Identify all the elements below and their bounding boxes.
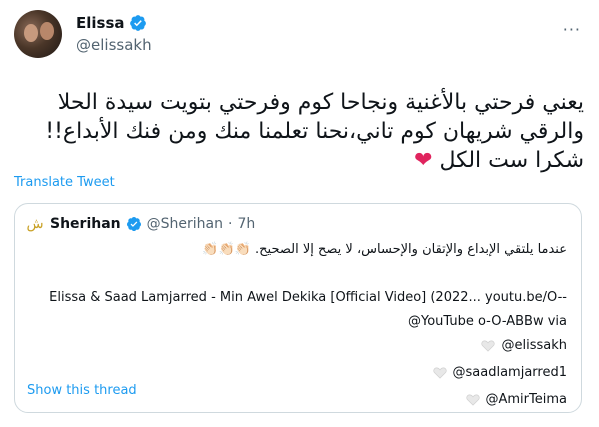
- red-heart-icon: ❤: [414, 148, 433, 173]
- quoted-author-avatar[interactable]: ش: [25, 214, 45, 234]
- avatar-face-2: [40, 22, 54, 40]
- tweet-line-1: يعني فرحتي بالأغنية ونجاحا كوم وفرحتي بت…: [57, 90, 584, 115]
- quoted-tweet-header: ش Sherihan @Sherihan · 7h: [25, 214, 255, 234]
- mention-amirteima[interactable]: @AmirTeima: [465, 388, 568, 412]
- quoted-line-2: Elissa & Saad Lamjarred - Min Awel Dekik…: [49, 290, 567, 305]
- author-handle[interactable]: @elissakh: [76, 36, 152, 54]
- white-heart-icon: [481, 340, 496, 352]
- quoted-author-name[interactable]: Sherihan: [50, 216, 121, 232]
- verified-badge-icon: [129, 15, 146, 31]
- mention-elissakh[interactable]: @elissakh: [481, 334, 567, 358]
- translate-tweet-link[interactable]: Translate Tweet: [14, 175, 115, 190]
- mention-row: @elissakh: [27, 334, 567, 361]
- quoted-verified-badge-icon: [126, 217, 141, 231]
- mention-text: @AmirTeima: [485, 392, 568, 407]
- quoted-spacer: [27, 262, 567, 286]
- tweet-line-2: والرقي شريهان كوم تاني،نحنا تعلمنا منك و…: [45, 119, 584, 144]
- meta-separator: ·: [227, 216, 233, 232]
- mention-text: @elissakh: [501, 338, 567, 353]
- avatar-face-1: [24, 24, 38, 42]
- author-name[interactable]: Elissa: [76, 14, 125, 32]
- author-name-row[interactable]: Elissa: [76, 14, 147, 32]
- more-options-icon[interactable]: ···: [563, 20, 581, 39]
- tweet-text: يعني فرحتي بالأغنية ونجاحا كوم وفرحتي بت…: [14, 88, 584, 175]
- mention-saadlamjarred1[interactable]: @saadlamjarred1: [432, 361, 567, 385]
- quoted-line-3: @YouTube o-O-ABBw via: [407, 314, 567, 329]
- show-thread-link[interactable]: Show this thread: [27, 383, 137, 398]
- tweet-line-3-row: شكرا ست الكل ❤: [14, 146, 584, 175]
- white-heart-icon: [432, 367, 447, 379]
- quoted-time[interactable]: 7h: [237, 216, 255, 232]
- author-avatar[interactable]: [14, 10, 62, 58]
- quoted-line-1: عندما يلتقي الإبداع والإتقان والإحساس، ل…: [202, 242, 567, 257]
- quoted-tweet-card[interactable]: ش Sherihan @Sherihan · 7h عندما يلتقي ال…: [14, 203, 582, 413]
- tweet-line-3: شكرا ست الكل: [439, 148, 584, 173]
- mention-text: @saadlamjarred1: [452, 365, 567, 380]
- quoted-author-handle[interactable]: @Sherihan: [147, 216, 223, 232]
- white-heart-icon: [465, 394, 480, 406]
